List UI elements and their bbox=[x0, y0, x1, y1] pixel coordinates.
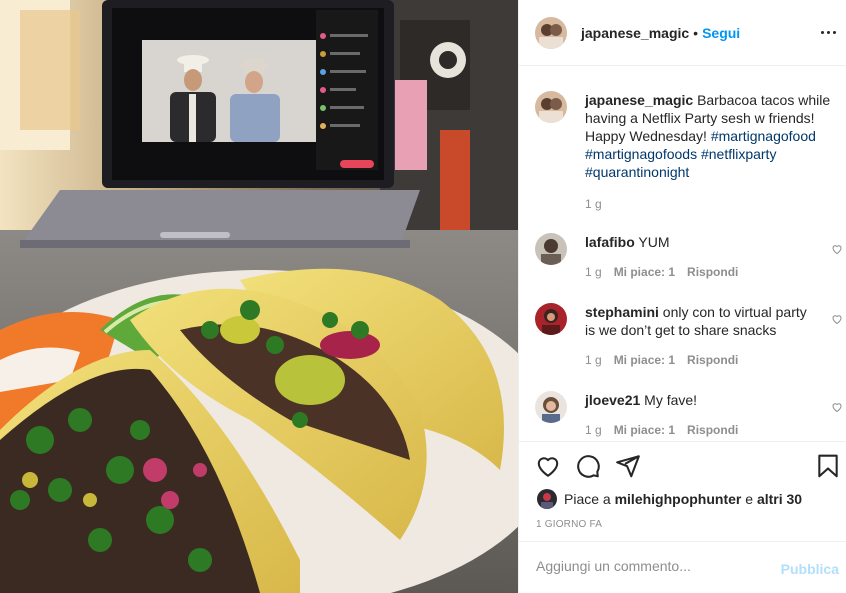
liker-avatar[interactable] bbox=[537, 489, 557, 509]
caption-avatar[interactable] bbox=[535, 91, 567, 123]
post-header: japanese_magic • Segui bbox=[519, 0, 846, 66]
post-photo[interactable] bbox=[0, 0, 518, 593]
reply-button[interactable]: Rispondi bbox=[687, 265, 738, 279]
hashtag[interactable]: #quarantinonight bbox=[585, 164, 689, 180]
instagram-post: japanese_magic • Segui japanese_magic Ba… bbox=[0, 0, 846, 593]
tacos-photo-illustration bbox=[0, 0, 518, 593]
comment-text: YUM bbox=[638, 234, 670, 250]
commenter-avatar[interactable] bbox=[535, 233, 567, 265]
comment-icon[interactable] bbox=[575, 453, 601, 479]
bookmark-icon[interactable] bbox=[815, 453, 841, 479]
heart-icon[interactable] bbox=[535, 453, 561, 479]
hashtag[interactable]: #martignagofoods bbox=[585, 146, 697, 162]
comments-list[interactable]: japanese_magic Barbacoa tacos while havi… bbox=[519, 67, 846, 441]
liker-username[interactable]: milehighpophunter bbox=[615, 491, 742, 507]
likes-conjunction: e bbox=[745, 491, 754, 507]
caption-username[interactable]: japanese_magic bbox=[585, 92, 693, 108]
likes-prefix: Piace a bbox=[564, 491, 611, 507]
header-separator: • bbox=[693, 24, 699, 41]
likes-summary: Piace a milehighpophunter e altri 30 bbox=[537, 489, 802, 509]
comment-timestamp: 1 g bbox=[585, 423, 602, 437]
publish-button[interactable]: Pubblica bbox=[781, 561, 839, 577]
follow-button[interactable]: Segui bbox=[702, 25, 740, 41]
comment-text: My fave! bbox=[644, 392, 698, 408]
hashtag[interactable]: #martignagofood bbox=[711, 128, 816, 144]
reply-button[interactable]: Rispondi bbox=[687, 423, 738, 437]
comment-like-heart-icon[interactable] bbox=[831, 313, 843, 325]
author-username[interactable]: japanese_magic bbox=[581, 25, 689, 41]
comment-timestamp: 1 g bbox=[585, 353, 602, 367]
author-avatar[interactable] bbox=[535, 16, 567, 49]
comment-body: lafafibo YUM 1 g Mi piace: 1 Rispondi bbox=[585, 233, 817, 281]
reply-button[interactable]: Rispondi bbox=[687, 353, 738, 367]
comment-body: jloeve21 My fave! 1 g Mi piace: 1 Rispondi bbox=[585, 391, 817, 439]
add-comment-bar: Pubblica bbox=[519, 541, 846, 593]
post-details-panel: japanese_magic • Segui japanese_magic Ba… bbox=[518, 0, 846, 593]
comment-username[interactable]: stephamini bbox=[585, 304, 659, 320]
commenter-avatar[interactable] bbox=[535, 391, 567, 423]
share-icon[interactable] bbox=[615, 453, 641, 479]
comment-like-heart-icon[interactable] bbox=[831, 243, 843, 255]
hashtag[interactable]: #netflixparty bbox=[701, 146, 776, 162]
commenter-avatar[interactable] bbox=[535, 303, 567, 335]
comment-body: stephamini only con to virtual party is … bbox=[585, 303, 817, 369]
caption-timestamp: 1 g bbox=[585, 197, 602, 211]
post-actions: Piace a milehighpophunter e altri 30 1 G… bbox=[519, 441, 846, 541]
comment-likes-count[interactable]: Mi piace: 1 bbox=[614, 423, 675, 437]
caption-text-block: japanese_magic Barbacoa tacos while havi… bbox=[585, 91, 846, 213]
comment-like-heart-icon[interactable] bbox=[831, 401, 843, 413]
post-date: 1 GIORNO FA bbox=[536, 519, 603, 530]
comment-likes-count[interactable]: Mi piace: 1 bbox=[614, 353, 675, 367]
comment-likes-count[interactable]: Mi piace: 1 bbox=[614, 265, 675, 279]
comment-username[interactable]: lafafibo bbox=[585, 234, 635, 250]
comment-input[interactable] bbox=[536, 558, 776, 574]
comment-timestamp: 1 g bbox=[585, 265, 602, 279]
more-options-icon[interactable] bbox=[821, 24, 837, 40]
likes-others-link[interactable]: altri 30 bbox=[757, 491, 802, 507]
comment-username[interactable]: jloeve21 bbox=[585, 392, 640, 408]
